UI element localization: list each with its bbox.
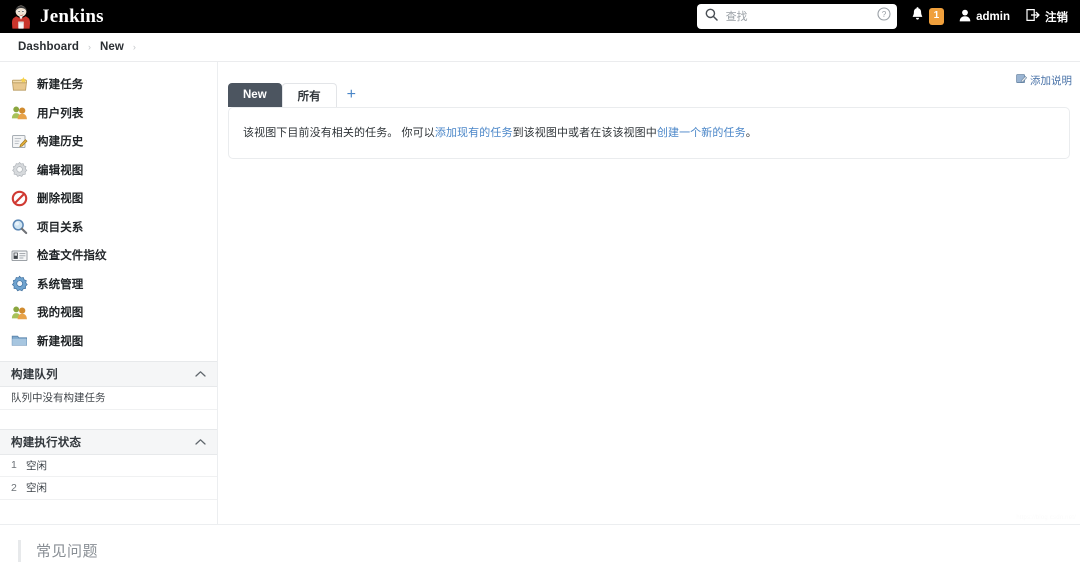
main-content: 添加说明 New 所有 + 该视图下目前没有相关的任务。 你可以添加现有的任务到… bbox=[218, 62, 1080, 524]
new-job-icon bbox=[11, 76, 28, 93]
sidebar-item-build-history[interactable]: 构建历史 bbox=[0, 127, 217, 156]
sidebar-item-delete-view[interactable]: 删除视图 bbox=[0, 184, 217, 213]
sidebar-item-label: 新建任务 bbox=[37, 79, 84, 92]
executor-status: 空闲 bbox=[26, 459, 47, 472]
fingerprint-card-icon bbox=[11, 247, 28, 264]
sidebar-item-label: 我的视图 bbox=[37, 307, 84, 320]
executor-status: 空闲 bbox=[26, 482, 47, 495]
jenkins-butler-logo-icon bbox=[10, 5, 32, 29]
logout-icon bbox=[1026, 8, 1040, 25]
notification-count-badge: 1 bbox=[928, 8, 945, 25]
svg-text:?: ? bbox=[881, 10, 886, 19]
breadcrumb-separator: › bbox=[87, 42, 91, 52]
build-executor-status-header[interactable]: 构建执行状态 bbox=[0, 428, 217, 455]
search-box[interactable]: ? bbox=[696, 4, 897, 29]
sidebar-item-new-job[interactable]: 新建任务 bbox=[0, 70, 217, 99]
empty-text-middle: 到该视图中或者在该该视图中 bbox=[512, 126, 657, 139]
breadcrumb-trailing-separator[interactable]: › bbox=[124, 42, 145, 52]
bell-icon bbox=[911, 7, 924, 26]
view-tabs: New 所有 + bbox=[228, 83, 366, 107]
search-icon bbox=[705, 8, 718, 26]
footer-faq-section: 常见问题 bbox=[0, 524, 1080, 576]
brand-home-link[interactable]: Jenkins bbox=[10, 0, 104, 33]
empty-view-card: 该视图下目前没有相关的任务。 你可以添加现有的任务到该视图中或者在该该视图中创建… bbox=[228, 107, 1070, 159]
search-input[interactable] bbox=[723, 9, 871, 24]
breadcrumb: Dashboard › New › bbox=[0, 33, 1080, 62]
build-queue-header[interactable]: 构建队列 bbox=[0, 361, 217, 387]
logout-button[interactable]: 注销 bbox=[1026, 8, 1068, 25]
sidebar-item-label: 项目关系 bbox=[37, 221, 84, 234]
sidebar-item-label: 编辑视图 bbox=[37, 164, 84, 177]
watermark-text: https://blog.csdn.net/ bbox=[1016, 515, 1076, 521]
app-header: Jenkins ? bbox=[0, 0, 1080, 33]
add-description-link[interactable]: 添加说明 bbox=[1016, 71, 1072, 89]
add-existing-job-link[interactable]: 添加现有的任务 bbox=[435, 127, 513, 139]
person-icon bbox=[959, 9, 971, 25]
faq-accent-bar bbox=[18, 539, 21, 562]
executor-number: 1 bbox=[11, 459, 17, 472]
logout-label: 注销 bbox=[1045, 11, 1068, 24]
sidebar: 新建任务 用户列表 构建历史 编辑视图 删除视图 项目关系 检查文件指纹 系统管… bbox=[0, 62, 218, 524]
sidebar-item-new-view[interactable]: 新建视图 bbox=[0, 327, 217, 356]
empty-view-message: 该视图下目前没有相关的任务。 你可以添加现有的任务到该视图中或者在该该视图中创建… bbox=[243, 125, 757, 142]
user-menu[interactable]: admin bbox=[959, 9, 1010, 25]
sidebar-item-my-views[interactable]: 我的视图 bbox=[0, 298, 217, 327]
chevron-up-icon[interactable] bbox=[195, 365, 206, 383]
sidebar-item-label: 构建历史 bbox=[37, 136, 84, 149]
sidebar-item-label: 用户列表 bbox=[37, 107, 84, 120]
history-notepad-icon bbox=[11, 133, 28, 150]
tab-new[interactable]: New bbox=[228, 83, 282, 107]
gear-grey-icon bbox=[11, 161, 28, 178]
build-queue-empty-row: 队列中没有构建任务 bbox=[0, 387, 217, 410]
executor-row[interactable]: 1 空闲 bbox=[0, 455, 217, 477]
add-description-label: 添加说明 bbox=[1030, 74, 1072, 87]
notifications-button[interactable]: 1 bbox=[911, 7, 945, 26]
gear-blue-icon bbox=[11, 275, 28, 292]
sidebar-item-label: 系统管理 bbox=[37, 278, 84, 291]
sidebar-item-edit-view[interactable]: 编辑视图 bbox=[0, 156, 217, 185]
create-new-job-link[interactable]: 创建一个新的任务 bbox=[657, 127, 746, 139]
sidebar-item-people[interactable]: 用户列表 bbox=[0, 99, 217, 128]
user-name-label: admin bbox=[976, 10, 1010, 23]
build-executor-status-title: 构建执行状态 bbox=[11, 436, 82, 449]
sidebar-item-project-relationship[interactable]: 项目关系 bbox=[0, 213, 217, 242]
executor-number: 2 bbox=[11, 481, 17, 494]
build-queue-title: 构建队列 bbox=[11, 369, 58, 381]
empty-text-before: 该视图下目前没有相关的任务。 你可以 bbox=[243, 126, 435, 139]
edit-note-icon bbox=[1016, 71, 1028, 89]
executor-row[interactable]: 2 空闲 bbox=[0, 477, 217, 500]
sidebar-item-manage-jenkins[interactable]: 系统管理 bbox=[0, 270, 217, 299]
sidebar-item-label: 新建视图 bbox=[37, 335, 84, 348]
build-queue-empty-label: 队列中没有构建任务 bbox=[11, 392, 106, 405]
people-icon bbox=[11, 304, 28, 321]
help-circle-icon[interactable]: ? bbox=[877, 7, 891, 26]
tab-all[interactable]: 所有 bbox=[281, 83, 337, 107]
sidebar-item-check-file-fingerprint[interactable]: 检查文件指纹 bbox=[0, 241, 217, 270]
sidebar-item-label: 检查文件指纹 bbox=[37, 250, 107, 263]
breadcrumb-item-new[interactable]: New bbox=[100, 41, 124, 53]
sidebar-task-list: 新建任务 用户列表 构建历史 编辑视图 删除视图 项目关系 检查文件指纹 系统管… bbox=[0, 62, 217, 361]
sidebar-item-label: 删除视图 bbox=[37, 193, 84, 206]
folder-icon bbox=[11, 332, 28, 349]
empty-text-after: 。 bbox=[745, 126, 757, 139]
plus-icon[interactable]: + bbox=[337, 83, 366, 107]
brand-name: Jenkins bbox=[40, 5, 104, 27]
header-right-group: ? 1 admin bbox=[696, 0, 1072, 33]
faq-title: 常见问题 bbox=[36, 543, 99, 560]
people-icon bbox=[11, 104, 28, 121]
chevron-up-icon[interactable] bbox=[195, 433, 206, 451]
magnifier-icon bbox=[11, 218, 28, 235]
delete-prohibited-icon bbox=[11, 190, 28, 207]
breadcrumb-item-dashboard[interactable]: Dashboard bbox=[18, 41, 79, 53]
